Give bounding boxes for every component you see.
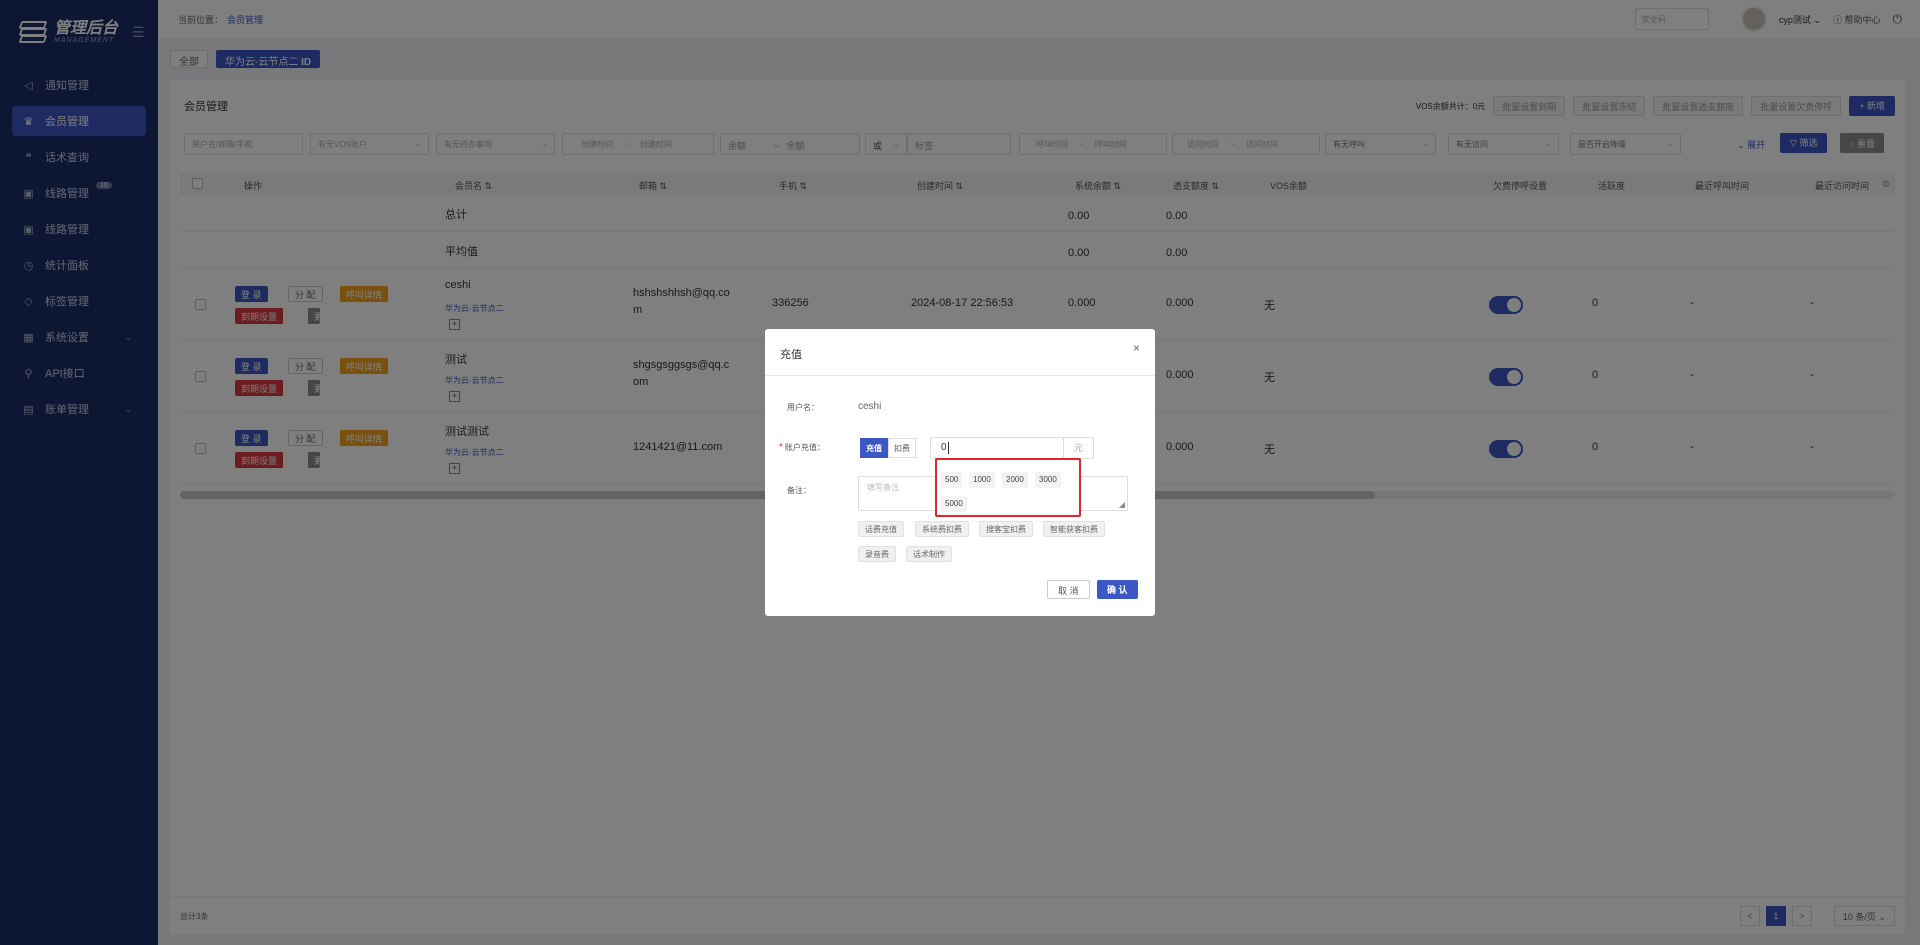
remark-tag[interactable]: 搜客宝扣费 — [979, 521, 1033, 537]
remark-label: 备注： — [787, 486, 811, 495]
recharge-mode-toggle: 充值 扣费 — [860, 438, 916, 458]
recharge-dialog: 充值 × 用户名： ceshi * 账户充值： 充值 扣费 0 元 备注： 填写备… — [765, 329, 1155, 616]
text-cursor — [948, 442, 949, 454]
username-value: ceshi — [858, 401, 882, 412]
quick-amount-popup: 500 1000 2000 3000 5000 — [935, 458, 1081, 517]
quick-amount-chip[interactable]: 1000 — [969, 472, 995, 488]
quick-amount-chip[interactable]: 2000 — [1002, 472, 1028, 488]
remark-tag[interactable]: 智能获客扣费 — [1043, 521, 1105, 537]
quick-amount-chip[interactable]: 3000 — [1035, 472, 1061, 488]
resize-handle-icon[interactable]: ◢ — [1119, 500, 1125, 509]
close-icon[interactable]: × — [1133, 341, 1140, 355]
cancel-button[interactable]: 取 消 — [1047, 580, 1090, 599]
remark-tag[interactable]: 系统费扣费 — [915, 521, 969, 537]
divider — [765, 375, 1155, 376]
dialog-title: 充值 — [780, 349, 802, 361]
mode-recharge-button[interactable]: 充值 — [860, 438, 888, 458]
confirm-button[interactable]: 确 认 — [1097, 580, 1138, 599]
amount-input[interactable]: 0 元 — [930, 437, 1094, 459]
quick-amount-chip[interactable]: 5000 — [941, 496, 967, 512]
username-label: 用户名： — [787, 403, 819, 412]
quick-amount-chip[interactable]: 500 — [941, 472, 963, 488]
remark-tag[interactable]: 话术制作 — [906, 546, 952, 562]
unit-label: 元 — [1063, 438, 1093, 458]
recharge-label: * 账户充值： — [779, 442, 825, 453]
remark-tag[interactable]: 录音费 — [858, 546, 896, 562]
remark-tag[interactable]: 话费充值 — [858, 521, 904, 537]
mode-deduct-button[interactable]: 扣费 — [888, 438, 916, 458]
